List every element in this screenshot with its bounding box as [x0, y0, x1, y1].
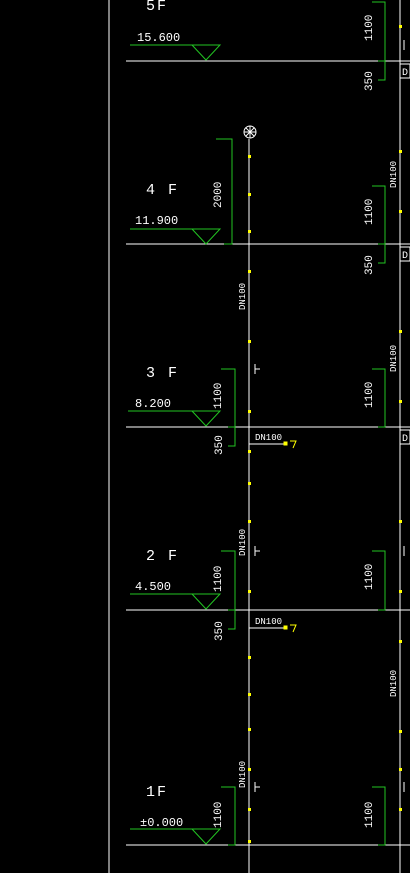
dim-1100-1f: 1100 — [213, 802, 225, 828]
pipe-label-dn100-right-3f: DN100 — [389, 345, 399, 372]
dim-350-right-4f: 350 — [364, 255, 376, 275]
pipe-label-dn100-2f: DN100 — [238, 529, 248, 556]
dim-350-3f: 350 — [214, 435, 226, 455]
pipe-label-dn100-1f: DN100 — [238, 761, 248, 788]
elevation-value-3f: 8.200 — [135, 397, 171, 411]
floor-label-5f: 5F — [146, 0, 168, 15]
floor-label-4f: 4 F — [146, 182, 179, 199]
branch-label-dn100-3f: DN100 — [255, 433, 282, 443]
plumbing-riser-drawing: 5F 4 F 3 F 2 F 1F 15.600 11.900 8.200 4.… — [108, 0, 410, 873]
pipe-label-dn100-right-lower: DN100 — [389, 670, 399, 697]
floor-label-2f: 2 F — [146, 548, 179, 565]
left-dimension-lines — [216, 138, 236, 846]
floor-label-1f: 1F — [146, 784, 168, 801]
elevation-marker-4f — [130, 228, 222, 245]
dim-1100-right-2f: 1100 — [364, 564, 376, 590]
right-edge-cutoff-labels: D D D — [399, 63, 410, 445]
cutoff-d-label-5f: D — [402, 68, 408, 79]
floor-lines — [126, 60, 410, 846]
dim-350-right-5f: 350 — [364, 71, 376, 91]
elevation-value-5f: 15.600 — [137, 31, 180, 45]
pipe-label-dn100-right-4f: DN100 — [389, 161, 399, 188]
branch-label-dn100-2f: DN100 — [255, 617, 282, 627]
elevation-marker-1f — [130, 828, 222, 845]
dim-1100-right-1f: 1100 — [364, 802, 376, 828]
branch-end-markers — [283, 440, 297, 633]
dim-1100-right-5f: 1100 — [364, 15, 376, 41]
inlet-stubs — [254, 40, 405, 792]
dim-1100-2f: 1100 — [213, 566, 225, 592]
vent-cap-icon — [243, 125, 257, 139]
pipe-label-dn100-4f: DN100 — [238, 283, 248, 310]
elevation-marker-3f — [128, 410, 222, 427]
cutoff-d-label-3f: D — [402, 434, 408, 445]
elevation-value-1f: ±0.000 — [140, 816, 183, 830]
dim-1100-right-4f: 1100 — [364, 199, 376, 225]
floor-label-3f: 3 F — [146, 365, 179, 382]
dim-350-2f: 350 — [214, 621, 226, 641]
elevation-value-4f: 11.900 — [135, 214, 178, 228]
dim-2000-4f: 2000 — [213, 182, 225, 208]
cutoff-d-label-4f: D — [402, 251, 408, 262]
elevation-value-2f: 4.500 — [135, 580, 171, 594]
right-dimension-lines — [372, 1, 386, 846]
dim-1100-right-3f: 1100 — [364, 382, 376, 408]
elevation-marker-5f — [130, 44, 222, 61]
elevation-marker-2f — [130, 593, 222, 610]
dim-1100-3f: 1100 — [213, 383, 225, 409]
elevation-markers — [128, 44, 222, 845]
